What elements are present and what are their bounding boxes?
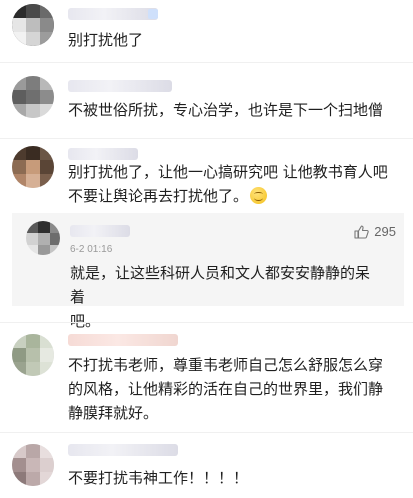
like-button[interactable]: 295 [354, 224, 396, 239]
comment-text-line: 不打扰韦老师，尊重韦老师自己怎么舒服怎么穿 [68, 356, 384, 374]
comment-text-line: 的风格，让他精彩的活在自己的世界里，我们静 [68, 380, 384, 398]
comment-text: 不打扰韦老师，尊重韦老师自己怎么舒服怎么穿 的风格，让他精彩的活在自己的世界里，… [68, 328, 393, 425]
avatar[interactable] [26, 221, 60, 255]
comment-item-2: 不被世俗所扰，专心治学，也许是下一个扫地僧 [0, 70, 413, 140]
username[interactable] [68, 8, 158, 20]
comment-item-3: 别打扰他了，让他一心搞研究吧 让他教书育人吧 不要让舆论再去打扰他了。 [0, 140, 413, 212]
username[interactable] [68, 80, 172, 92]
comment-text-line: 不要让舆论再去打扰他了。 [68, 184, 393, 208]
comment-item-1: 别打扰他了 [0, 0, 413, 60]
reply-card[interactable]: 6-2 01:16 295 就是，让这些科研人员和文人都安安静静的呆着 吧。 [12, 213, 404, 330]
avatar[interactable] [12, 146, 54, 188]
reply-date: 6-2 01:16 [70, 244, 113, 255]
reply-text-line: 就是，让这些科研人员和文人都安安静静的呆着 [70, 264, 371, 306]
comment-text-line: 静膜拜就好。 [68, 404, 159, 422]
username[interactable] [68, 444, 178, 456]
comment-text: 不要打扰韦神工作！！！！ [68, 469, 249, 487]
username[interactable] [68, 148, 138, 160]
avatar[interactable] [12, 4, 54, 46]
avatar[interactable] [12, 444, 54, 486]
thumbs-up-icon [354, 224, 370, 239]
comment-text: 别打扰他了，让他一心搞研究吧 让他教书育人吧 不要让舆论再去打扰他了。 [68, 160, 393, 208]
smile-emoji-icon [250, 187, 268, 204]
comment-item-5: 不要打扰韦神工作！！！！ [0, 438, 413, 498]
divider [0, 432, 413, 433]
avatar[interactable] [12, 76, 54, 118]
divider [0, 138, 413, 139]
username[interactable] [70, 225, 130, 237]
divider [0, 62, 413, 63]
like-count: 295 [374, 224, 396, 239]
avatar[interactable] [12, 334, 54, 376]
comment-text: 不被世俗所扰，专心治学，也许是下一个扫地僧 [68, 101, 384, 119]
verified-badge-icon [148, 9, 158, 19]
comment-text-line: 别打扰他了，让他一心搞研究吧 让他教书育人吧 [68, 163, 388, 181]
comment-text: 别打扰他了 [68, 31, 144, 49]
divider [0, 322, 413, 323]
comment-item-4: 不打扰韦老师，尊重韦老师自己怎么舒服怎么穿 的风格，让他精彩的活在自己的世界里，… [0, 330, 413, 430]
